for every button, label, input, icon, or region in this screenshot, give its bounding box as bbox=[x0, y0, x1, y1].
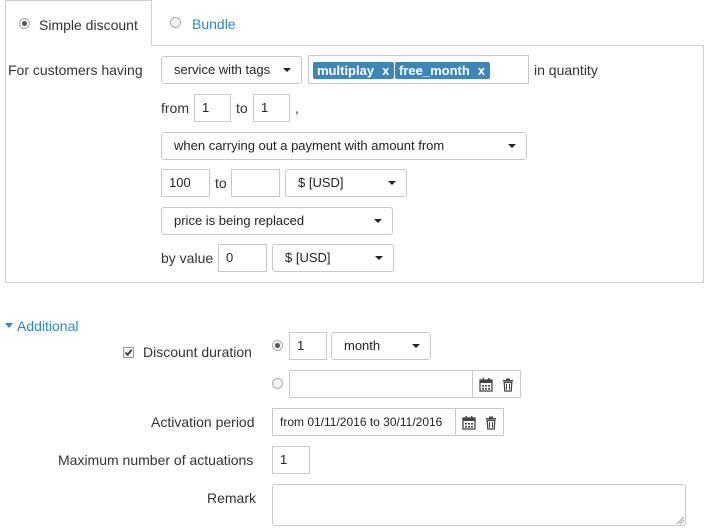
amount-currency-select-value: $ [USD] bbox=[298, 175, 344, 190]
price-action-select-value: price is being replaced bbox=[174, 213, 305, 228]
chevron-down-icon bbox=[375, 256, 383, 260]
simple-discount-radio[interactable] bbox=[19, 18, 30, 29]
value-currency-select-value: $ [USD] bbox=[285, 250, 331, 265]
to-label: to bbox=[236, 100, 248, 116]
activation-period-actions bbox=[455, 408, 504, 436]
duration-unit-select-value: month bbox=[344, 338, 381, 353]
tag-label: free_month bbox=[399, 63, 470, 78]
payment-condition-select-value: when carrying out a payment with amount … bbox=[174, 138, 445, 153]
remove-tag-icon[interactable]: x bbox=[382, 63, 389, 78]
by-value-label: by value bbox=[161, 250, 214, 266]
chevron-down-icon bbox=[374, 219, 382, 223]
max-actuations-input[interactable]: 1 bbox=[272, 446, 310, 474]
in-quantity-label: in quantity bbox=[534, 62, 598, 78]
duration-date-radio[interactable] bbox=[272, 378, 283, 389]
remark-label: Remark bbox=[207, 490, 257, 506]
service-type-select[interactable]: service with tags bbox=[161, 56, 302, 84]
tab-simple-discount-label: Simple discount bbox=[39, 17, 138, 33]
remark-textarea[interactable] bbox=[272, 484, 686, 526]
tab-bundle-label[interactable]: Bundle bbox=[192, 15, 236, 33]
tag-label: multiplay bbox=[317, 63, 375, 78]
tab-bundle[interactable]: Bundle bbox=[160, 0, 280, 46]
tag-chip: free_month x bbox=[395, 62, 491, 79]
caret-down-icon bbox=[5, 323, 13, 328]
duration-unit-select[interactable]: month bbox=[331, 332, 431, 360]
chevron-down-icon bbox=[412, 344, 420, 348]
amount-currency-select[interactable]: $ [USD] bbox=[285, 169, 407, 197]
bundle-radio[interactable] bbox=[170, 17, 181, 28]
discount-duration-checkbox[interactable] bbox=[123, 347, 134, 358]
discount-value-input[interactable]: 0 bbox=[218, 244, 267, 272]
duration-date-actions bbox=[472, 370, 521, 398]
customers-label: For customers having bbox=[8, 62, 143, 78]
quantity-from-input[interactable]: 1 bbox=[194, 94, 231, 122]
duration-date-input[interactable] bbox=[289, 370, 473, 398]
additional-toggle-label[interactable]: Additional bbox=[17, 317, 79, 335]
activation-period-input[interactable]: from 01/11/2016 to 30/11/2016 bbox=[272, 408, 456, 436]
payment-condition-select[interactable]: when carrying out a payment with amount … bbox=[161, 132, 527, 160]
amount-to-input[interactable] bbox=[231, 169, 280, 197]
service-type-select-value: service with tags bbox=[174, 62, 271, 77]
value-currency-select[interactable]: $ [USD] bbox=[272, 244, 394, 272]
max-actuations-label: Maximum number of actuations bbox=[58, 452, 254, 468]
chevron-down-icon bbox=[388, 181, 396, 185]
duration-period-radio[interactable] bbox=[272, 340, 283, 351]
trash-icon[interactable] bbox=[483, 415, 499, 431]
resize-handle-icon[interactable] bbox=[676, 516, 685, 525]
quantity-to-input[interactable]: 1 bbox=[253, 94, 290, 122]
chevron-down-icon bbox=[508, 144, 516, 148]
checkmark-icon bbox=[124, 349, 133, 357]
amount-to-label: to bbox=[215, 175, 227, 191]
tab-simple-discount[interactable]: Simple discount bbox=[5, 0, 152, 46]
comma-separator: , bbox=[295, 100, 299, 116]
tag-chip: multiplay x bbox=[313, 62, 395, 79]
from-label: from bbox=[161, 100, 189, 116]
tags-input[interactable]: multiplay x free_month x bbox=[308, 55, 529, 84]
price-action-select[interactable]: price is being replaced bbox=[161, 207, 393, 235]
remove-tag-icon[interactable]: x bbox=[478, 63, 485, 78]
discount-duration-label: Discount duration bbox=[143, 344, 252, 360]
activation-period-label: Activation period bbox=[151, 414, 255, 430]
trash-icon[interactable] bbox=[500, 377, 516, 393]
duration-value-input[interactable]: 1 bbox=[289, 332, 327, 360]
chevron-down-icon bbox=[283, 68, 291, 72]
calendar-icon[interactable] bbox=[478, 377, 494, 393]
amount-from-input[interactable]: 100 bbox=[161, 169, 210, 197]
calendar-icon[interactable] bbox=[461, 415, 477, 431]
